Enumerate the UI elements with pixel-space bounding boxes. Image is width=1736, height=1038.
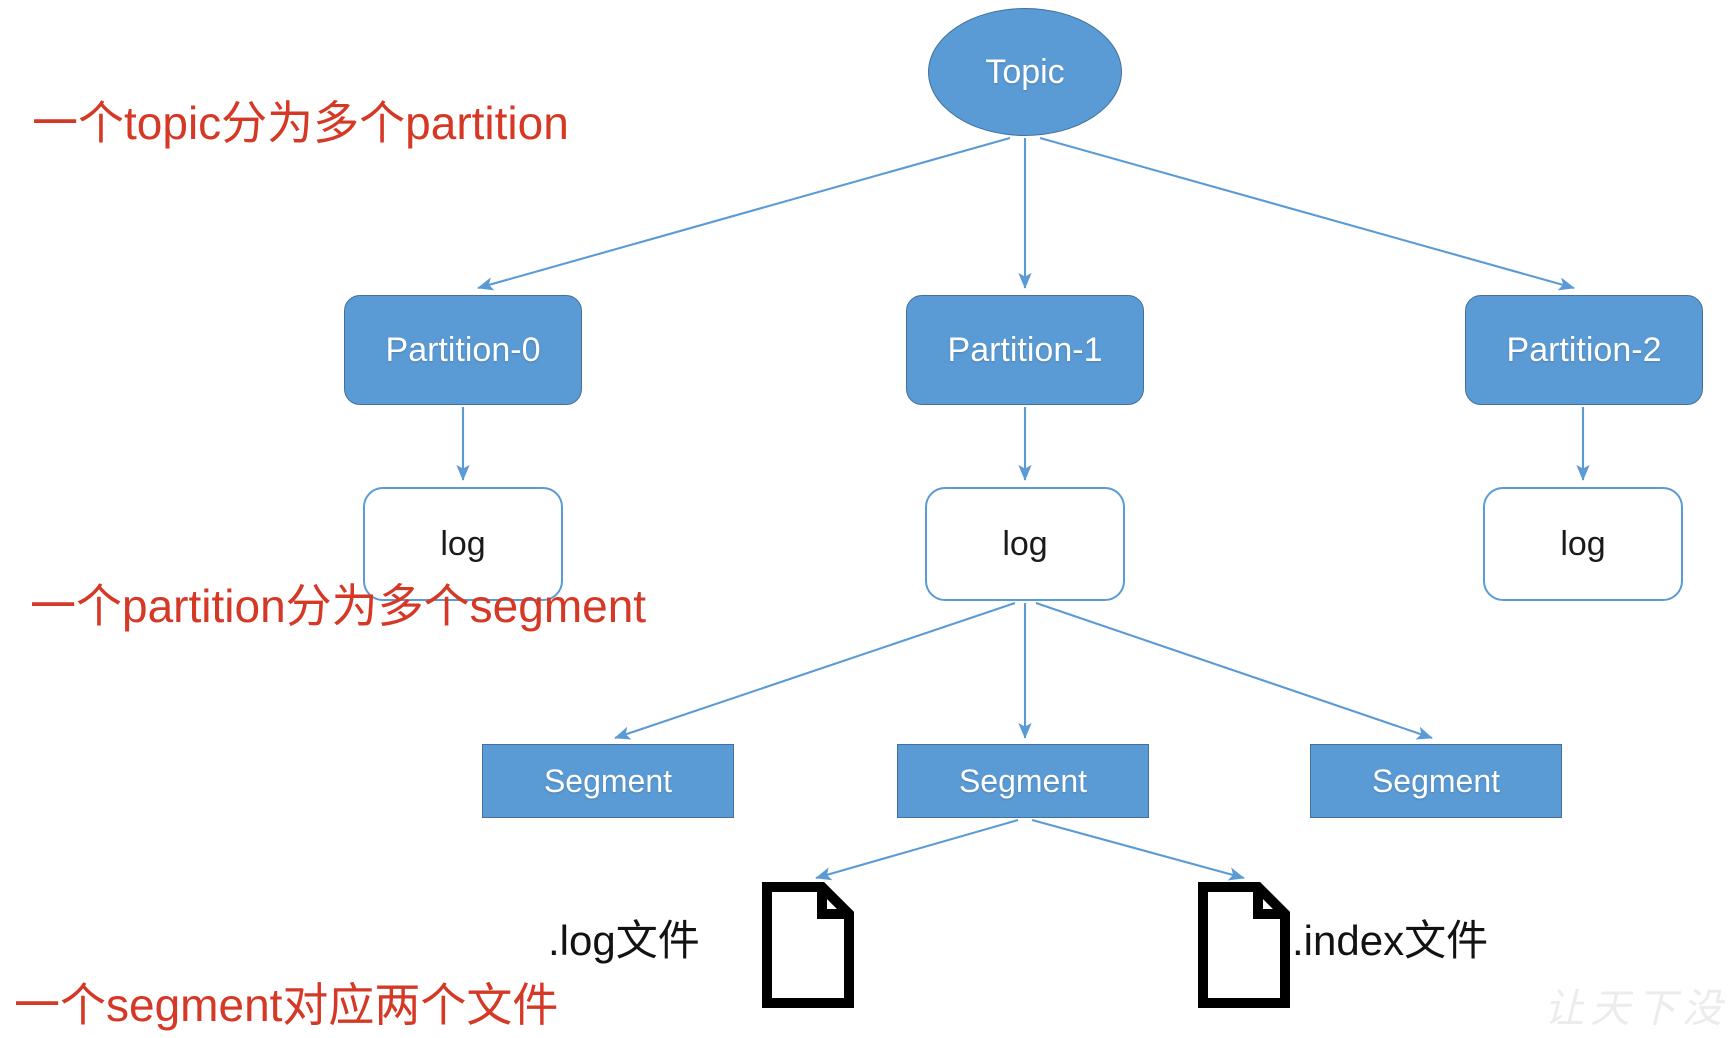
annotation-segment-files: 一个segment对应两个文件: [14, 979, 559, 1031]
partition-node-2[interactable]: Partition-2: [1465, 295, 1703, 405]
segment-node-0[interactable]: Segment: [482, 744, 734, 818]
segment-node-2[interactable]: Segment: [1310, 744, 1562, 818]
annotation-topic-partition: 一个topic分为多个partition: [32, 97, 569, 149]
topic-node[interactable]: Topic: [928, 8, 1122, 136]
index-file-label: .index文件: [1292, 917, 1489, 964]
log-node-1[interactable]: log: [925, 487, 1125, 601]
edge-log-to-segments: [614, 602, 1433, 740]
edge-layer: [456, 136, 1590, 881]
edge-partition-to-log: [456, 407, 1590, 481]
log-node-2[interactable]: log: [1483, 487, 1683, 601]
watermark: 让天下没: [1544, 986, 1728, 1031]
segment-node-1[interactable]: Segment: [897, 744, 1149, 818]
edge-segment-to-files: [815, 818, 1245, 881]
log-file-label: .log文件: [548, 917, 700, 964]
diagram-canvas: Topic Partition-0 Partition-1 Partition-…: [0, 0, 1736, 1038]
partition-node-1[interactable]: Partition-1: [906, 295, 1144, 405]
annotation-partition-segment: 一个partition分为多个segment: [30, 580, 647, 632]
document-icon: [762, 882, 854, 1008]
partition-node-0[interactable]: Partition-0: [344, 295, 582, 405]
document-icon: [1198, 882, 1290, 1008]
edge-topic-to-partitions: [477, 136, 1575, 291]
